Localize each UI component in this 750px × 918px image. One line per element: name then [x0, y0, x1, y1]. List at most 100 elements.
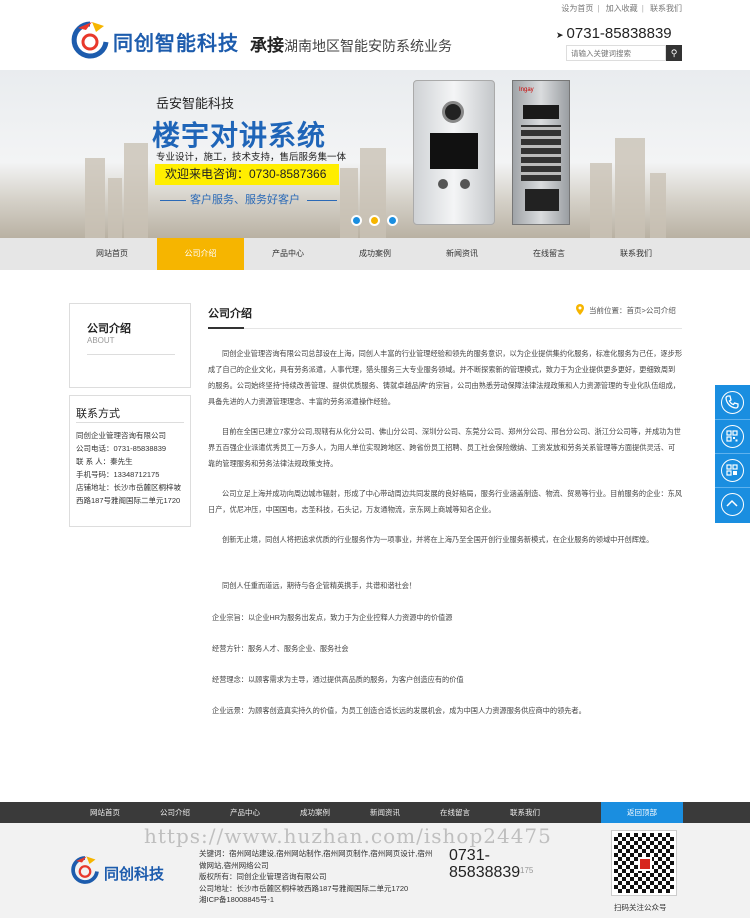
city-building — [615, 138, 645, 238]
sidebar-contact-title: 联系方式 — [76, 408, 120, 420]
nav-item-cases[interactable]: 成功案例 — [340, 238, 410, 270]
side-float-bar — [715, 385, 750, 523]
banner-service: 客户服务、服务好客户 — [190, 194, 300, 206]
header-phone: ➤ 0731-85838839 — [556, 25, 672, 42]
paragraph-vision: 企业远景：为顾客创造真实持久的价值，为员工创造合适长远的发展机会，成为中国人力资… — [212, 706, 586, 715]
contact-company: 同创企业管理咨询有限公司 — [76, 431, 166, 440]
title-underline — [208, 327, 244, 329]
divider — [715, 419, 750, 420]
sidebar-about-en: ABOUT — [87, 336, 115, 345]
intercom-device-image — [413, 80, 495, 225]
main-nav: 网站首页 公司介绍 产品中心 成功案例 新闻资讯 在线留言 联系我们 — [0, 238, 750, 270]
nav-item-about[interactable]: 公司介绍 — [157, 238, 244, 270]
search-input[interactable] — [566, 45, 666, 61]
banner[interactable]: 岳安智能科技 楼宇对讲系统 专业设计，施工，技术支持，售后服务集一体 欢迎来电咨… — [0, 70, 750, 238]
paragraph-3: 公司立足上海并成功向周边城市辐射，形成了中心带动周边共同发展的良好格局，服务行业… — [208, 489, 683, 514]
paragraph-purpose: 企业宗旨：以企业HR为服务出发点，致力于为企业控释人力资源中的价值源 — [212, 613, 453, 622]
footer-nav-message[interactable]: 在线留言 — [420, 802, 490, 823]
footer-phone: 0731-85838839 — [449, 847, 521, 881]
watermark: https://www.huzhan.com/ishop24475 — [144, 824, 552, 848]
footer-address: 公司地址：长沙市岳麓区桐梓坡西路187号雅阁国际二单元1720 — [199, 883, 409, 893]
breadcrumb: 当前位置：首页>公司介绍 — [589, 306, 676, 315]
city-building — [650, 173, 666, 238]
sidebar-about-title[interactable]: 公司介绍 — [87, 320, 131, 336]
footer-phone-tail: 175 — [520, 866, 534, 875]
contact-person: 联 系 人：秦先生 — [76, 457, 133, 466]
nav-item-products[interactable]: 产品中心 — [253, 238, 323, 270]
page-title: 公司介绍 — [208, 308, 252, 320]
footer-copyright: 版权所有：同创企业管理咨询有限公司 — [199, 872, 327, 881]
banner-company: 岳安智能科技 — [156, 96, 235, 111]
city-building — [85, 158, 105, 238]
footer-nav-news[interactable]: 新闻资讯 — [350, 802, 420, 823]
paragraph-4: 创新无止境，同创人将把追求优质的行业服务作为一项事业，并将在上海乃至全国开创行业… — [222, 535, 654, 544]
back-to-top-button[interactable]: 返回顶部 — [601, 802, 683, 823]
footer-nav-products[interactable]: 产品中心 — [210, 802, 280, 823]
paragraph-2: 目前在全国已建立7家分公司,现辖有从化分公司、佛山分公司、深圳分公司、东莞分公司… — [208, 427, 681, 468]
divider — [715, 487, 750, 488]
slide-dot-2[interactable] — [369, 215, 380, 226]
keypad-device-image: Ingay — [512, 80, 570, 225]
nav-item-news[interactable]: 新闻资讯 — [427, 238, 497, 270]
footer-nav-cases[interactable]: 成功案例 — [280, 802, 350, 823]
divider — [76, 422, 184, 423]
contact-address-2: 西路187号雅阁国际二单元1720 — [76, 496, 181, 505]
device-display — [523, 105, 559, 119]
banner-title: 楼宇对讲系统 — [152, 120, 327, 151]
header: 同创智能科技 承接湖南地区智能安防系统业务 ➤0731-85838839 ⚲ — [0, 14, 750, 70]
slide-dot-1[interactable] — [351, 215, 362, 226]
city-building — [124, 143, 148, 238]
qrcode-icon[interactable] — [721, 425, 744, 448]
footer-logo-text: 同创科技 — [104, 866, 165, 883]
city-building — [108, 178, 122, 238]
divider — [208, 328, 682, 329]
camera-icon — [442, 101, 464, 123]
qrcode-image — [611, 830, 677, 896]
divider — [715, 453, 750, 454]
top-links: 设为首页 | 加入收藏 | 联系我们 — [561, 4, 682, 13]
paragraph-5: 同创人任重而道远，期待与各企管精英携手，共谱和谐社会！ — [222, 581, 417, 590]
banner-divider — [307, 200, 337, 201]
add-favorite-link[interactable]: 加入收藏 — [606, 4, 638, 13]
contact-mobile: 手机号码：13348712175 — [76, 470, 160, 479]
search-button[interactable]: ⚲ — [666, 45, 682, 61]
footer-nav-about[interactable]: 公司介绍 — [140, 802, 210, 823]
divider — [87, 354, 175, 355]
wechat-qrcode-icon[interactable] — [721, 459, 744, 482]
taobao-icon — [638, 857, 652, 871]
sidebar-about: 公司介绍 ABOUT — [69, 303, 191, 388]
slide-dot-3[interactable] — [387, 215, 398, 226]
nav-item-contact[interactable]: 联系我们 — [601, 238, 671, 270]
footer-keywords: 关键词：宿州网站建设,宿州网站制作,宿州网页制作,宿州网页设计,宿州做网站,宿州… — [199, 849, 433, 870]
nav-item-home[interactable]: 网站首页 — [77, 238, 147, 270]
city-building — [590, 163, 612, 238]
search-icon: ⚲ — [670, 48, 678, 58]
footer-nav: 网站首页 公司介绍 产品中心 成功案例 新闻资讯 在线留言 联系我们 返回顶部 — [0, 802, 750, 823]
device-card-reader — [525, 189, 559, 211]
contact-phone: 公司电话：0731-85838839 — [76, 444, 167, 453]
device-button — [438, 179, 448, 189]
contact-us-link[interactable]: 联系我们 — [650, 4, 682, 13]
paragraph-1: 同创企业管理咨询有限公司总部设在上海，同创人丰富的行业管理经验和领先的服务意识，… — [208, 349, 683, 406]
footer-icp: 湘ICP备18008845号-1 — [199, 895, 275, 904]
nav-item-message[interactable]: 在线留言 — [514, 238, 584, 270]
phone-icon[interactable] — [721, 391, 744, 414]
logo-icon[interactable] — [70, 20, 110, 60]
set-home-link[interactable]: 设为首页 — [561, 4, 593, 13]
logo-text[interactable]: 同创智能科技 — [113, 27, 239, 56]
arrow-right-icon: ➤ — [556, 30, 564, 40]
back-to-top-icon[interactable] — [721, 493, 744, 516]
device-button — [460, 179, 470, 189]
paragraph-philosophy: 经营理念：以顾客需求为主导，通过提供高品质的服务，为客户创造应有的价值 — [212, 675, 464, 684]
header-slogan: 承接湖南地区智能安防系统业务 — [250, 31, 452, 56]
footer-nav-contact[interactable]: 联系我们 — [490, 802, 560, 823]
banner-hotline: 欢迎来电咨询：0730-8587366 — [155, 164, 339, 185]
contact-list: 同创企业管理咨询有限公司 公司电话：0731-85838839 联 系 人：秦先… — [76, 429, 192, 507]
contact-address: 店铺地址：长沙市岳麓区桐梓坡 — [76, 483, 181, 492]
banner-subtitle: 专业设计，施工，技术支持，售后服务集一体 — [156, 152, 347, 163]
slogan-bold: 承接 — [250, 36, 284, 55]
paragraph-policy: 经营方针：服务人才、服务企业、服务社会 — [212, 644, 349, 653]
banner-divider — [160, 200, 186, 201]
footer-nav-home[interactable]: 网站首页 — [70, 802, 140, 823]
device-keypad — [521, 125, 561, 181]
